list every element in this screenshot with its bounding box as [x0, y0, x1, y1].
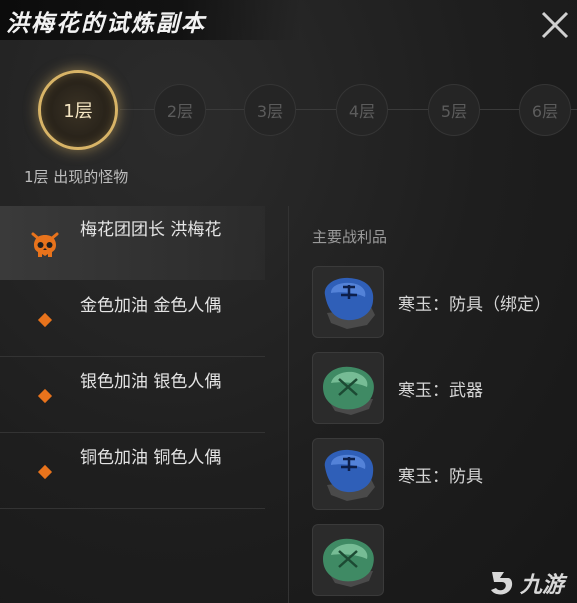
- floor-tab-6[interactable]: 6层: [519, 84, 571, 136]
- watermark-text: 九游: [520, 573, 565, 598]
- floor-tab-4[interactable]: 4层: [336, 84, 388, 136]
- page-title: 洪梅花的试炼副本: [6, 10, 206, 37]
- loot-slot[interactable]: [312, 266, 384, 338]
- monster-name: 铜色加油 铜色人偶: [80, 448, 222, 468]
- loot-slot[interactable]: [312, 524, 384, 596]
- floor-tab-5[interactable]: 5层: [428, 84, 480, 136]
- floor-tab-2[interactable]: 2层: [154, 84, 206, 136]
- diamond-icon: [37, 312, 53, 328]
- diamond-icon: [37, 388, 53, 404]
- watermark-logo-icon: [491, 572, 513, 595]
- loot-slot[interactable]: [312, 352, 384, 424]
- monster-item-gold[interactable]: 金色加油 金色人偶: [0, 282, 265, 357]
- floor-selector: 1层 2层 3层 4层 5层 6层: [20, 70, 577, 150]
- monster-name: 银色加油 银色人偶: [80, 372, 222, 392]
- loot-item: 寒玉：防具: [312, 438, 577, 514]
- monster-item-silver[interactable]: 银色加油 银色人偶: [0, 358, 265, 433]
- loot-label: 寒玉：武器: [398, 381, 483, 401]
- loot-slot[interactable]: [312, 438, 384, 510]
- boss-skull-icon: [31, 232, 59, 257]
- floor-tab-1[interactable]: 1层: [38, 70, 118, 150]
- monster-name: 梅花团团长 洪梅花: [80, 220, 222, 240]
- floor-tab-3[interactable]: 3层: [244, 84, 296, 136]
- blue-jade-gem-icon: [324, 277, 375, 329]
- blue-jade-gem-icon: [324, 449, 375, 501]
- column-divider: [288, 206, 289, 603]
- monster-item-bronze[interactable]: 铜色加油 铜色人偶: [0, 434, 265, 509]
- loot-item: 寒玉：防具（绑定）: [312, 266, 577, 342]
- green-jade-gem-icon: [323, 366, 374, 415]
- loot-label: 寒玉：防具（绑定）: [398, 295, 551, 315]
- diamond-icon: [37, 464, 53, 480]
- monster-list: 梅花团团长 洪梅花 金色加油 金色人偶 银色加油 银色人偶 铜色加油 铜色人偶: [0, 206, 285, 603]
- loot-label: 寒玉：防具: [398, 467, 483, 487]
- title-bar: 洪梅花的试炼副本: [0, 0, 300, 40]
- green-jade-gem-icon: [323, 538, 374, 587]
- close-button[interactable]: [538, 8, 572, 42]
- loot-item: 寒玉：武器: [312, 352, 577, 428]
- monster-name: 金色加油 金色人偶: [80, 296, 222, 316]
- close-icon: [541, 11, 569, 39]
- loot-header: 主要战利品: [312, 228, 388, 246]
- dungeon-panel: 洪梅花的试炼副本 1层 2层 3层 4层 5层 6层 1层 出现的怪物 梅花团团…: [0, 0, 577, 603]
- monster-item-boss[interactable]: 梅花团团长 洪梅花: [0, 206, 265, 280]
- floor-monsters-heading: 1层 出现的怪物: [24, 168, 129, 186]
- watermark: 九游: [486, 566, 574, 600]
